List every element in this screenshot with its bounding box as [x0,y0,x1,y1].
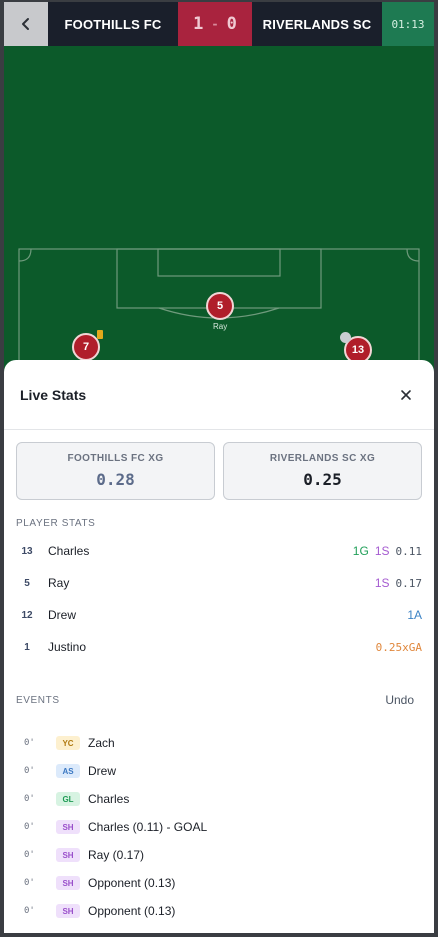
player-stat-values: 1S 0.17 [375,576,422,590]
player-stat-row[interactable]: 12 Drew 1A [16,599,422,631]
event-type-badge: SH [56,848,80,862]
scoreline: 1 - 0 [178,2,252,46]
home-team-name: FOOTHILLS FC [64,16,162,32]
xg-stat: 0.17 [395,576,423,590]
away-xg-value: 0.25 [303,470,342,489]
event-text: Charles (0.11) - GOAL [88,820,208,834]
app-frame: FOOTHILLS FC 1 - 0 RIVERLANDS SC 01:13 5… [4,2,434,933]
events-label: EVENTS [16,694,60,706]
event-type-badge: SH [56,876,80,890]
away-xg-card: RIVERLANDS SC XG 0.25 [223,442,422,500]
event-minute: 0' [24,822,35,832]
corner-arc-right [406,248,420,262]
event-type-badge: SH [56,904,80,918]
event-text: Opponent (0.13) [88,876,176,890]
event-minute: 0' [24,794,35,804]
event-minute: 0' [24,738,35,748]
player-stat-row[interactable]: 5 Ray 1S 0.17 [16,567,422,599]
player-number: 7 [82,341,90,353]
pitch[interactable]: 5 Ray 7 13 [4,46,434,376]
scoreboard-header: FOOTHILLS FC 1 - 0 RIVERLANDS SC 01:13 [4,2,434,46]
event-text: Opponent (0.13) [88,904,176,918]
event-row[interactable]: 0' SH Charles (0.11) - GOAL [24,813,434,841]
event-type-badge: GL [56,792,80,806]
close-icon [401,389,411,400]
event-text: Charles [88,792,130,806]
undo-button[interactable]: Undo [385,693,414,707]
home-xg-value: 0.28 [96,470,135,489]
away-score: 0 [226,14,237,34]
event-minute: 0' [24,906,35,916]
event-text: Drew [88,764,117,778]
player-stat-values: 1G 1S 0.11 [353,544,422,558]
event-minute: 0' [24,878,35,888]
player-stat-row[interactable]: 1 Justino 0.25xGA [16,631,422,663]
score-separator: - [211,17,219,31]
event-text: Ray (0.17) [88,848,145,862]
events-header: EVENTS Undo [4,693,434,707]
panel-title: Live Stats [20,386,87,403]
player-name: Justino [48,640,87,654]
player-stat-row[interactable]: 13 Charles 1G 1S 0.11 [16,535,422,567]
event-row[interactable]: 0' SH Ray (0.17) [24,841,434,869]
away-team-name: RIVERLANDS SC [262,16,372,32]
ball-icon [340,332,351,343]
xg-stat: 0.11 [395,544,423,558]
goal-area [157,248,281,277]
player-stat-values: 0.25xGA [376,641,422,654]
event-row[interactable]: 0' YC Zach [24,729,434,757]
event-type-badge: YC [56,736,80,750]
event-row[interactable]: 0' AS Drew [24,757,434,785]
player-number: 5 [24,577,30,589]
goals-stat: 1G [352,544,369,558]
player-name: Ray [48,576,70,590]
player-number: 12 [21,609,33,621]
match-clock: 01:13 [382,2,434,46]
event-row[interactable]: 0' SH Opponent (0.13) [24,869,434,897]
event-minute: 0' [24,766,35,776]
shots-stat: 1S [374,544,390,558]
event-minute: 0' [24,850,35,860]
chevron-left-icon [22,18,29,30]
event-type-badge: SH [56,820,80,834]
back-button[interactable] [4,2,48,46]
player-number: 13 [351,344,365,356]
xga-stat: 0.25xGA [375,640,422,654]
event-row[interactable]: 0' GL Charles [24,785,434,813]
player-number: 13 [21,545,33,557]
home-score: 1 [193,14,204,34]
away-xg-label: RIVERLANDS SC XG [269,453,376,464]
player-name: Drew [48,608,77,622]
close-button[interactable] [394,383,418,407]
events-list: 0' YC Zach 0' AS Drew 0' GL Charles 0' S… [4,729,434,925]
player-marker[interactable]: 5 [206,292,234,320]
shots-stat: 1S [374,576,390,590]
event-text: Zach [88,736,115,750]
xg-summary: FOOTHILLS FC XG 0.28 RIVERLANDS SC XG 0.… [4,430,434,500]
player-stat-values: 1A [407,608,422,622]
player-number: 1 [24,641,30,653]
live-stats-panel: Live Stats FOOTHILLS FC XG 0.28 RIVERLAN… [4,360,434,933]
player-marker-name: Ray [213,322,228,331]
home-xg-card: FOOTHILLS FC XG 0.28 [16,442,215,500]
player-stats-label: PLAYER STATS [16,518,96,529]
yellow-card-icon [97,330,103,339]
player-stats-section: PLAYER STATS 13 Charles 1G 1S 0.11 5 Ray… [4,500,434,663]
home-xg-label: FOOTHILLS FC XG [67,453,164,464]
panel-header: Live Stats [4,360,434,430]
event-type-badge: AS [56,764,80,778]
assists-stat: 1A [407,608,422,622]
player-marker[interactable]: 7 [72,333,100,361]
corner-arc-left [18,248,32,262]
player-name: Charles [48,544,90,558]
event-row[interactable]: 0' SH Opponent (0.13) [24,897,434,925]
player-number: 5 [216,300,224,312]
